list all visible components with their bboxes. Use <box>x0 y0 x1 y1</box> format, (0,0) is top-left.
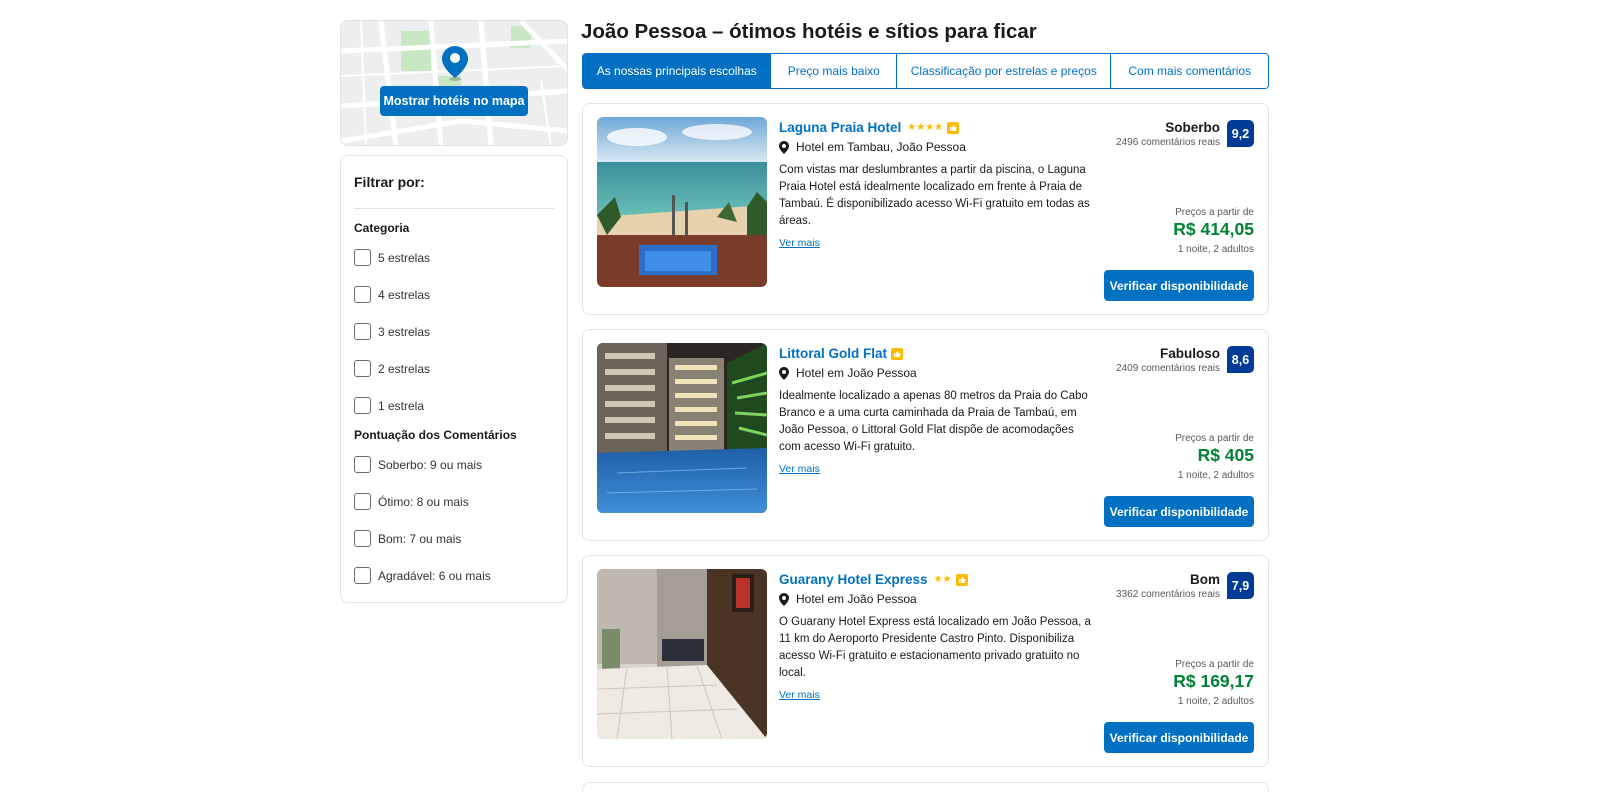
hotel-description: Com vistas mar deslumbrantes a partir da… <box>779 164 1090 227</box>
hotel-name: Guarany Hotel Express <box>779 572 928 587</box>
filter-option-label: 3 estrelas <box>378 324 431 339</box>
score-label: Fabuloso <box>1160 346 1220 361</box>
checkbox[interactable] <box>354 397 371 414</box>
show-hotels-on-map-button[interactable]: Mostrar hotéis no mapa <box>380 86 528 116</box>
map-pin-icon <box>441 45 469 86</box>
check-availability-button[interactable]: Verificar disponibilidade <box>1104 722 1254 753</box>
filter-option-good[interactable]: Bom: 7 ou mais <box>354 520 554 557</box>
map-preview[interactable]: Mostrar hotéis no mapa <box>340 20 568 146</box>
stay-details: 1 noite, 2 adultos <box>1177 470 1254 481</box>
price: R$ 169,17 <box>1173 671 1254 691</box>
hotel-location: Hotel em João Pessoa <box>779 366 917 380</box>
check-availability-button[interactable]: Verificar disponibilidade <box>1104 270 1254 301</box>
checkbox[interactable] <box>354 456 371 473</box>
hotel-card: Littoral Gold Flat Hotel em João Pessoa … <box>582 329 1269 541</box>
hotel-photo[interactable] <box>597 343 767 513</box>
page-title: João Pessoa – ótimos hotéis e sítios par… <box>581 20 1037 43</box>
hotel-photo[interactable] <box>597 117 767 287</box>
location-text: Hotel em João Pessoa <box>796 592 917 606</box>
hotel-card-partial <box>582 782 1269 792</box>
tab-stars-and-price[interactable]: Classificação por estrelas e preços <box>897 54 1112 88</box>
score-label: Soberbo <box>1165 120 1220 135</box>
hotel-name-link[interactable]: Guarany Hotel Express ★★ <box>779 572 968 587</box>
filter-option-label: 1 estrela <box>378 398 425 413</box>
hotel-name: Littoral Gold Flat <box>779 346 887 361</box>
tab-top-picks[interactable]: As nossas principais escolhas <box>583 54 772 88</box>
filter-option-label: Soberbo: 9 ou mais <box>378 457 483 472</box>
star-rating-icon: ★★★★ <box>907 122 944 133</box>
checkbox[interactable] <box>354 323 371 340</box>
hotel-photo[interactable] <box>597 569 767 739</box>
price-from-label: Preços a partir de <box>1175 433 1254 444</box>
score-label: Bom <box>1190 572 1220 587</box>
hotel-card: Guarany Hotel Express ★★ Hotel em João P… <box>582 555 1269 767</box>
category-section-title: Categoria <box>354 221 410 235</box>
sort-tabs: As nossas principais escolhas Preço mais… <box>582 53 1269 89</box>
filter-option-3-stars[interactable]: 3 estrelas <box>354 313 554 350</box>
hotel-location: Hotel em Tambau, João Pessoa <box>779 140 966 154</box>
filter-option-label: 4 estrelas <box>378 287 431 302</box>
filter-option-4-stars[interactable]: 4 estrelas <box>354 276 554 313</box>
score-badge: 7,9 <box>1227 572 1254 599</box>
location-pin-icon <box>779 140 789 154</box>
see-more-link[interactable]: Ver mais <box>779 463 820 475</box>
see-more-link[interactable]: Ver mais <box>779 237 820 249</box>
price-from-label: Preços a partir de <box>1175 659 1254 670</box>
checkbox[interactable] <box>354 530 371 547</box>
tab-most-reviewed[interactable]: Com mais comentários <box>1111 54 1268 88</box>
location-text: Hotel em João Pessoa <box>796 366 917 380</box>
score-badge: 8,6 <box>1227 346 1254 373</box>
filter-option-2-stars[interactable]: 2 estrelas <box>354 350 554 387</box>
checkbox[interactable] <box>354 493 371 510</box>
review-count: 2496 comentários reais <box>1116 137 1220 148</box>
thumbs-up-icon <box>955 573 968 586</box>
checkbox[interactable] <box>354 360 371 377</box>
review-count: 2409 comentários reais <box>1116 363 1220 374</box>
checkbox[interactable] <box>354 286 371 303</box>
filter-option-very-good[interactable]: Ótimo: 8 ou mais <box>354 483 554 520</box>
filter-panel: Filtrar por: Categoria 5 estrelas 4 estr… <box>340 155 568 603</box>
review-score-section-title: Pontuação dos Comentários <box>354 428 517 442</box>
filter-option-5-stars[interactable]: 5 estrelas <box>354 239 554 276</box>
hotel-name-link[interactable]: Laguna Praia Hotel ★★★★ <box>779 120 960 135</box>
hotel-description: O Guarany Hotel Express está localizado … <box>779 616 1091 679</box>
thumbs-up-icon <box>947 121 960 134</box>
hotel-card: Laguna Praia Hotel ★★★★ Hotel em Tambau,… <box>582 103 1269 315</box>
filter-option-label: Ótimo: 8 ou mais <box>378 494 469 509</box>
stay-details: 1 noite, 2 adultos <box>1177 696 1254 707</box>
stay-details: 1 noite, 2 adultos <box>1177 244 1254 255</box>
checkbox[interactable] <box>354 567 371 584</box>
filter-option-label: Agradável: 6 ou mais <box>378 568 491 583</box>
hotel-description: Idealmente localizado a apenas 80 metros… <box>779 390 1088 453</box>
price: R$ 414,05 <box>1173 219 1254 239</box>
checkbox[interactable] <box>354 249 371 266</box>
filter-option-label: Bom: 7 ou mais <box>378 531 462 546</box>
filter-option-label: 5 estrelas <box>378 250 431 265</box>
location-text: Hotel em Tambau, João Pessoa <box>796 140 966 154</box>
hotel-name: Laguna Praia Hotel <box>779 120 902 135</box>
filter-option-pleasant[interactable]: Agradável: 6 ou mais <box>354 557 554 594</box>
check-availability-button[interactable]: Verificar disponibilidade <box>1104 496 1254 527</box>
hotel-name-link[interactable]: Littoral Gold Flat <box>779 346 903 361</box>
filter-option-superb[interactable]: Soberbo: 9 ou mais <box>354 446 554 483</box>
location-pin-icon <box>779 366 789 380</box>
price-from-label: Preços a partir de <box>1175 207 1254 218</box>
hotel-location: Hotel em João Pessoa <box>779 592 917 606</box>
filter-title: Filtrar por: <box>354 174 554 209</box>
review-count: 3362 comentários reais <box>1116 589 1220 600</box>
thumbs-up-icon <box>891 347 903 360</box>
price: R$ 405 <box>1197 445 1254 465</box>
star-rating-icon: ★★ <box>933 574 952 585</box>
location-pin-icon <box>779 592 789 606</box>
filter-option-1-star[interactable]: 1 estrela <box>354 387 554 424</box>
see-more-link[interactable]: Ver mais <box>779 689 820 701</box>
tab-lowest-price[interactable]: Preço mais baixo <box>771 54 898 88</box>
filter-option-label: 2 estrelas <box>378 361 431 376</box>
score-badge: 9,2 <box>1227 120 1254 147</box>
